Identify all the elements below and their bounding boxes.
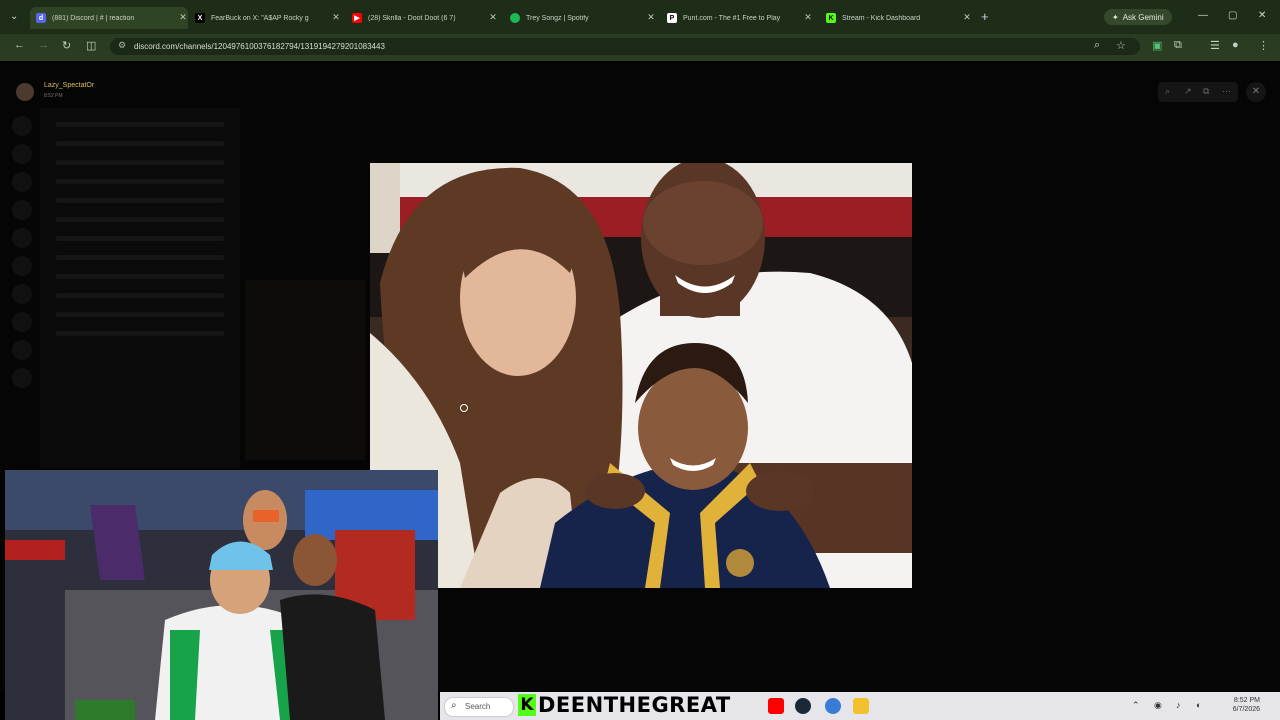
kick-logo-icon: K xyxy=(518,694,536,716)
server-icon[interactable] xyxy=(12,200,32,220)
address-bar[interactable]: ⚙ discord.com/channels/12049761003761827… xyxy=(110,38,1140,55)
site-info-icon[interactable]: ⚙ xyxy=(118,40,126,51)
x-icon: X xyxy=(195,13,205,23)
close-icon[interactable]: ✕ xyxy=(331,12,341,23)
tab-label: (28) Skrilla - Doot Doot (6 7) xyxy=(368,14,456,22)
clock-time: 8:52 PM xyxy=(1233,697,1260,704)
server-list xyxy=(6,108,38,468)
tab-discord[interactable]: d (881) Discord | # | reaction ✕ xyxy=(30,7,188,29)
tab-youtube[interactable]: ▶ (28) Skrilla - Doot Doot (6 7) ✕ xyxy=(352,7,498,29)
server-icon[interactable] xyxy=(12,312,32,332)
youtube-icon: ▶ xyxy=(352,13,362,23)
clock-date: 6/7/2026 xyxy=(1232,706,1260,713)
zoom-icon[interactable]: ⌕ xyxy=(1165,86,1170,97)
dimmed-message-image xyxy=(245,280,365,460)
url-text: discord.com/channels/1204976100376182794… xyxy=(134,42,385,51)
punt-icon: P xyxy=(667,13,677,23)
tab-label: FearBuck on X: "A$AP Rocky g xyxy=(211,14,309,22)
tab-label: (881) Discord | # | reaction xyxy=(52,14,135,22)
webcam-feed xyxy=(5,470,438,720)
sidebar-icon[interactable]: ◫ xyxy=(86,39,96,52)
tab-label: Trey Songz | Spotify xyxy=(526,14,589,22)
window-close-icon[interactable]: ✕ xyxy=(1258,10,1266,21)
search-icon: ⌕ xyxy=(451,700,457,711)
forward-icon[interactable]: → xyxy=(38,39,49,51)
kick-icon: K xyxy=(826,13,836,23)
tab-spotify[interactable]: Trey Songz | Spotify ✕ xyxy=(510,7,656,29)
cast-icon[interactable]: ☰ xyxy=(1210,39,1220,52)
system-clock[interactable]: 8:52 PM 6/7/2026 xyxy=(1212,696,1260,714)
windows-taskbar: ⌕ Search K DEENTHEGREAT ⌃ ◉ ♪ ◐ 8:52 PM … xyxy=(440,692,1280,720)
menu-kebab-icon[interactable]: ⋮ xyxy=(1258,39,1269,52)
new-tab-button[interactable]: + xyxy=(981,9,989,24)
close-icon[interactable]: ✕ xyxy=(488,12,498,23)
server-icon[interactable] xyxy=(12,284,32,304)
network-icon[interactable]: ◉ xyxy=(1154,700,1162,711)
tab-label: Stream - Kick Dashboard xyxy=(842,14,921,22)
sparkle-icon: ✦ xyxy=(1112,12,1119,22)
youtube-app-icon[interactable] xyxy=(768,698,784,714)
ask-gemini-button[interactable]: ✦ Ask Gemini xyxy=(1104,9,1172,25)
open-external-icon[interactable]: ⧉ xyxy=(1203,86,1209,97)
close-icon[interactable]: ✕ xyxy=(962,12,972,23)
family-photo-image xyxy=(370,163,912,588)
taskbar-search[interactable]: ⌕ Search xyxy=(444,697,514,717)
upload-time: 8:52 PM xyxy=(44,93,63,99)
close-icon[interactable]: ✕ xyxy=(178,12,188,23)
minimize-icon[interactable]: — xyxy=(1198,10,1208,21)
server-icon[interactable] xyxy=(12,340,32,360)
close-icon[interactable]: ✕ xyxy=(803,12,813,23)
reload-icon[interactable]: ↻ xyxy=(62,39,71,52)
server-icon[interactable] xyxy=(12,228,32,248)
maximize-icon[interactable]: ▢ xyxy=(1228,10,1237,21)
extension-icon[interactable]: ▣ xyxy=(1152,39,1162,52)
steam-app-icon[interactable] xyxy=(795,698,811,714)
server-icon[interactable] xyxy=(12,368,32,388)
server-icon[interactable] xyxy=(12,144,32,164)
tray-overflow-icon[interactable]: ⌃ xyxy=(1132,700,1140,711)
tab-x-post[interactable]: X FearBuck on X: "A$AP Rocky g ✕ xyxy=(195,7,341,29)
microphone-icon[interactable]: ♪ xyxy=(1176,700,1181,710)
avatar[interactable] xyxy=(16,83,34,101)
profile-avatar-icon[interactable]: ● xyxy=(1232,39,1239,51)
back-icon[interactable]: ← xyxy=(14,39,25,51)
tab-search-icon[interactable]: ⌄ xyxy=(10,11,18,22)
ask-gemini-label: Ask Gemini xyxy=(1122,12,1164,22)
server-icon[interactable] xyxy=(12,256,32,276)
streamer-webcam xyxy=(5,470,438,720)
image-viewer-toolbar: ⌕ ↗ ⧉ ⋯ xyxy=(1158,82,1238,102)
mouse-cursor xyxy=(460,404,468,412)
spotify-icon xyxy=(510,13,520,23)
zoom-icon[interactable]: ⌕ xyxy=(1094,39,1100,52)
volume-icon[interactable]: ◐ xyxy=(1196,700,1201,710)
streamer-brand-text: DEENTHEGREAT xyxy=(538,693,731,717)
share-icon[interactable]: ↗ xyxy=(1184,86,1192,97)
file-explorer-icon[interactable] xyxy=(853,698,869,714)
discord-icon: d xyxy=(36,13,46,23)
browser-tab-bar: ⌄ d (881) Discord | # | reaction ✕ X Fea… xyxy=(0,0,1280,34)
uploader-username[interactable]: Lazy_SpectatOr xyxy=(44,82,94,89)
extensions-puzzle-icon[interactable]: ⧉ xyxy=(1174,39,1182,52)
search-placeholder: Search xyxy=(465,702,491,711)
tab-kick-dashboard[interactable]: K Stream - Kick Dashboard ✕ xyxy=(826,7,972,29)
server-icon[interactable] xyxy=(12,116,32,136)
tab-punt[interactable]: P Punt.com - The #1 Free to Play ✕ xyxy=(667,7,813,29)
server-icon[interactable] xyxy=(12,172,32,192)
family-photo xyxy=(370,163,912,588)
more-icon[interactable]: ⋯ xyxy=(1222,86,1231,97)
tab-label: Punt.com - The #1 Free to Play xyxy=(683,14,781,22)
bookmark-star-icon[interactable]: ☆ xyxy=(1116,39,1126,52)
chrome-app-icon[interactable] xyxy=(825,698,841,714)
close-viewer-button[interactable]: ✕ xyxy=(1246,82,1266,102)
channel-list xyxy=(40,108,240,468)
close-icon[interactable]: ✕ xyxy=(646,12,656,23)
